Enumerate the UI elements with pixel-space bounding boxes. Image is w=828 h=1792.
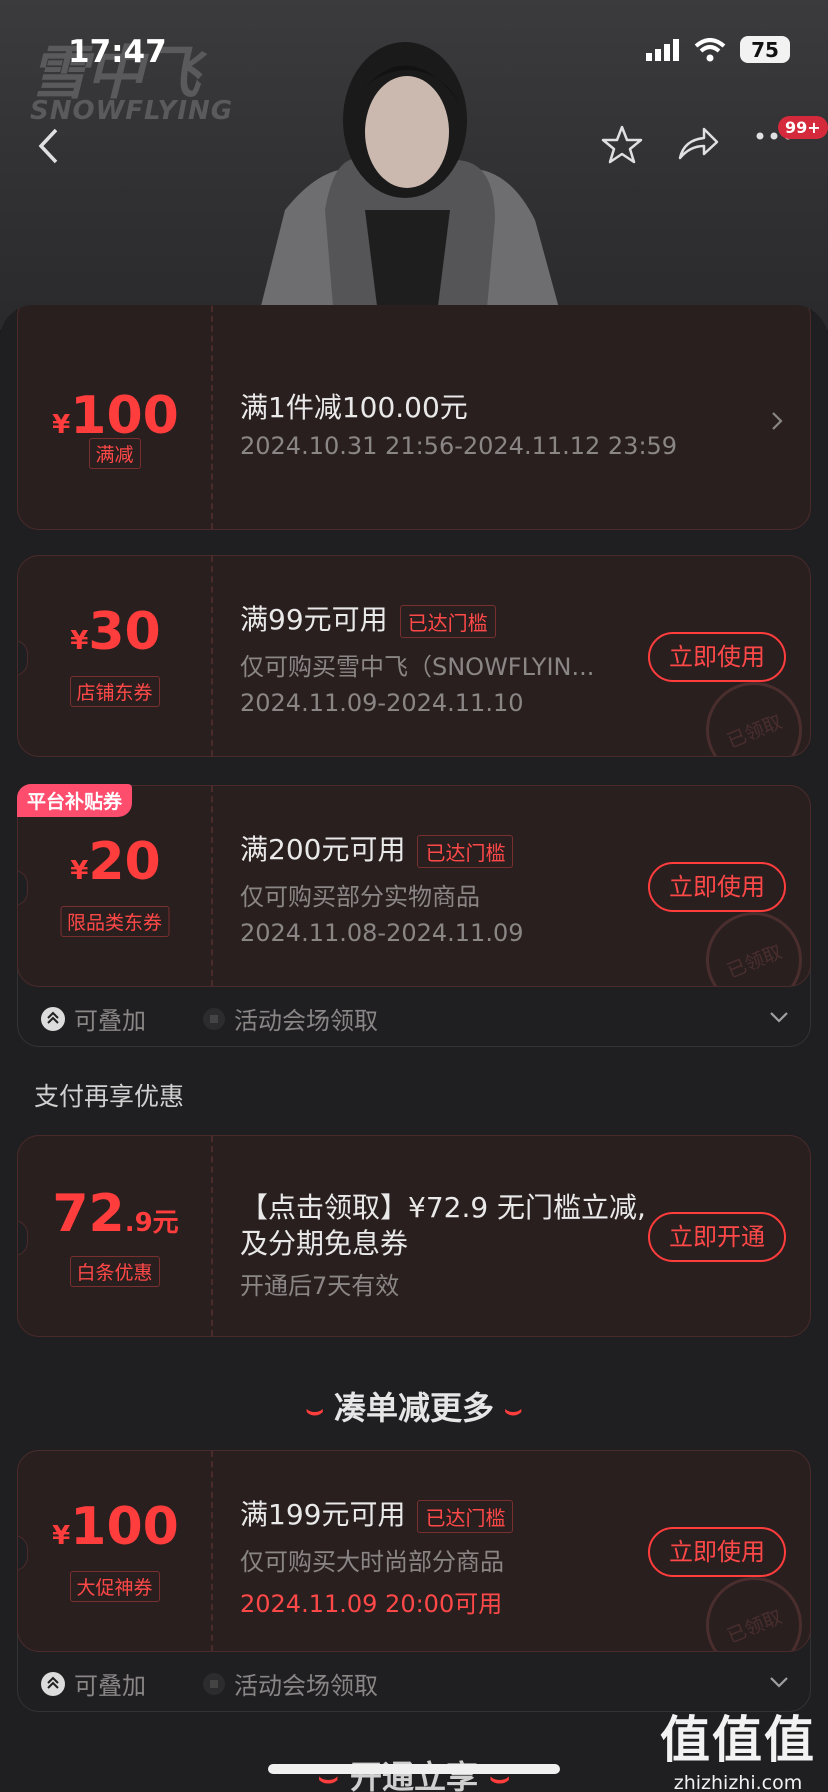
battery-indicator: 75 <box>740 36 790 63</box>
currency-symbol: ¥ <box>70 626 89 656</box>
coupon-type-tag: 大促神券 <box>69 1571 160 1602</box>
currency-symbol: ¥ <box>52 410 71 440</box>
coupon-card-store[interactable]: ¥30 店铺东券 满99元可用 已达门槛 仅可购买雪中飞（SNOWFLYIN...… <box>17 555 811 757</box>
coupon-amount: 100 <box>70 1497 179 1557</box>
signal-icon <box>646 38 679 61</box>
coupon-condition: 满99元可用 已达门槛 <box>240 598 496 638</box>
favorite-star-icon[interactable] <box>600 124 644 164</box>
notification-badge: 99+ <box>778 116 828 139</box>
stack-info-row: 可叠加 活动会场领取 <box>40 1001 378 1036</box>
coupon-card-promo[interactable]: ¥100 大促神券 满199元可用 已达门槛 仅可购买大时尚部分商品 2024.1… <box>17 1450 811 1652</box>
watermark-en: zhizhizhi.com <box>673 1772 803 1792</box>
back-icon[interactable] <box>36 126 60 166</box>
wifi-icon <box>694 37 726 61</box>
coupon-validity: 开通后7天有效 <box>240 1272 400 1300</box>
share-icon[interactable] <box>676 124 720 162</box>
currency-symbol: ¥ <box>52 1521 71 1551</box>
coupon-amount: 30 <box>88 602 161 662</box>
brand-logo-en: SNOWFLYING <box>30 96 234 126</box>
venue-icon <box>203 1672 225 1695</box>
smile-deco-icon: ⌣ <box>305 1393 324 1426</box>
coupon-condition-text: 满199元可用 <box>240 1498 406 1531</box>
coupon-validity: 2024.11.09-2024.11.10 <box>240 689 524 717</box>
coupon-amount: 100 <box>70 386 179 446</box>
stack-icon <box>41 1006 65 1031</box>
coupon-type-tag: 白条优惠 <box>69 1256 160 1287</box>
coupon-amount-decimal: .9 <box>124 1208 153 1238</box>
currency-unit: 元 <box>152 1208 179 1238</box>
coupon-type-tag: 店铺东券 <box>69 676 160 707</box>
coupon-condition: 满199元可用 已达门槛 <box>240 1493 514 1533</box>
coupon-amount: 20 <box>88 832 161 892</box>
coupon-condition-text: 满200元可用 <box>240 833 406 866</box>
coupon-left: ¥100 大促神券 <box>18 1451 213 1651</box>
stack-info-row: 可叠加 活动会场领取 <box>40 1666 378 1701</box>
currency-symbol: ¥ <box>70 856 89 886</box>
activate-now-button[interactable]: 立即开通 <box>648 1212 786 1262</box>
coupon-scope: 仅可购买雪中飞（SNOWFLYIN... <box>240 653 595 681</box>
coupon-card-baitiao[interactable]: 72.9元 白条优惠 【点击领取】¥72.9 无门槛立减, 及分期免息券 开通后… <box>17 1135 811 1337</box>
chevron-right-icon <box>772 412 783 430</box>
chevron-down-icon[interactable] <box>768 1010 790 1024</box>
coupon-validity: 2024.10.31 21:56-2024.11.12 23:59 <box>240 432 678 460</box>
more-off-text: 凑单减更多 <box>333 1389 494 1427</box>
model-photo <box>255 42 565 330</box>
use-now-button[interactable]: 立即使用 <box>648 632 786 682</box>
coupon-validity: 2024.11.08-2024.11.09 <box>240 919 524 947</box>
threshold-reached-tag: 已达门槛 <box>417 1499 514 1533</box>
source-label: 活动会场领取 <box>234 1007 378 1035</box>
coupon-start-time: 2024.11.09 20:00可用 <box>240 1590 503 1618</box>
coupon-type-tag: 限品类东券 <box>59 906 170 937</box>
site-watermark: 值值值 zhizhizhi.com <box>660 1700 816 1792</box>
coupon-sheet: 优惠 ¥100 满减 满1件减100.00元 2024.10.31 21:56-… <box>0 305 828 1792</box>
coupon-left: 72.9元 白条优惠 <box>18 1136 213 1336</box>
pay-more-heading: 支付再享优惠 <box>34 1082 185 1111</box>
coupon-condition-2: 及分期免息券 <box>240 1227 409 1260</box>
coupon-amount: 72 <box>52 1184 125 1244</box>
coupon-condition: 满1件减100.00元 <box>240 391 468 424</box>
stack-icon <box>41 1671 65 1696</box>
venue-icon <box>203 1007 225 1030</box>
coupon-condition: 【点击领取】¥72.9 无门槛立减, <box>240 1191 646 1224</box>
product-hero: 雪中飞 SNOWFLYING 17:47 75 99+ <box>0 0 828 330</box>
stackable-label: 可叠加 <box>74 1007 146 1035</box>
use-now-button[interactable]: 立即使用 <box>648 862 786 912</box>
home-indicator[interactable] <box>268 1764 560 1774</box>
coupon-type-tag: 满减 <box>88 438 141 469</box>
stackable-label: 可叠加 <box>74 1672 146 1700</box>
source-label: 活动会场领取 <box>234 1672 378 1700</box>
coupon-card-category[interactable]: ¥20 限品类东券 满200元可用 已达门槛 仅可购买部分实物商品 2024.11… <box>17 785 811 987</box>
coupon-scope: 仅可购买大时尚部分商品 <box>240 1548 504 1576</box>
coupon-card-full-reduction[interactable]: ¥100 满减 满1件减100.00元 2024.10.31 21:56-202… <box>17 305 811 530</box>
threshold-reached-tag: 已达门槛 <box>399 604 496 638</box>
more-off-heading: ⌣ 凑单减更多 ⌣ <box>0 1383 828 1429</box>
chevron-down-icon[interactable] <box>768 1675 790 1689</box>
platform-subsidy-badge: 平台补贴券 <box>17 784 133 817</box>
use-now-button[interactable]: 立即使用 <box>648 1527 786 1577</box>
status-time: 17:47 <box>68 34 167 70</box>
coupon-left: ¥30 店铺东券 <box>18 556 213 756</box>
status-icons: 75 <box>646 36 790 63</box>
smile-deco-icon: ⌣ <box>504 1393 523 1426</box>
coupon-condition: 满200元可用 已达门槛 <box>240 828 514 868</box>
coupon-left: ¥100 满减 <box>18 305 213 529</box>
coupon-condition-text: 满99元可用 <box>240 603 388 636</box>
threshold-reached-tag: 已达门槛 <box>417 834 514 868</box>
watermark-zh: 值值值 <box>660 1711 816 1769</box>
coupon-scope: 仅可购买部分实物商品 <box>240 883 480 911</box>
